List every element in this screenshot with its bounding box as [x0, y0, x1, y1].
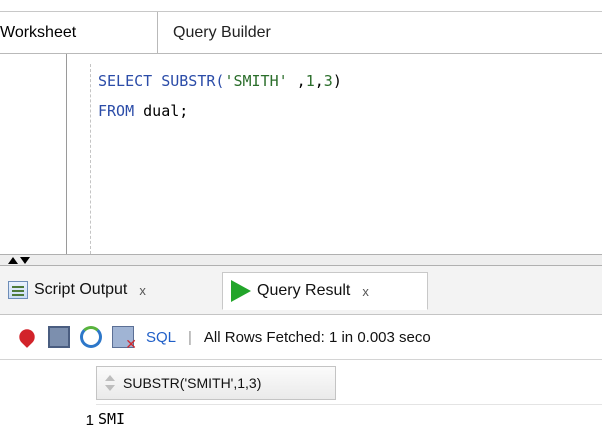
number-length: 3: [323, 72, 333, 90]
window-top-border: [0, 0, 602, 12]
pin-icon[interactable]: [16, 326, 38, 348]
collapse-down-icon[interactable]: [20, 257, 30, 264]
column-header[interactable]: SUBSTR('SMITH',1,3): [96, 366, 336, 400]
column-header-label: SUBSTR('SMITH',1,3): [123, 375, 262, 391]
row-number-column: [0, 360, 95, 447]
tab-query-builder[interactable]: Query Builder: [159, 12, 353, 53]
sql-link[interactable]: SQL: [146, 329, 176, 346]
close-query-result-icon[interactable]: x: [362, 284, 369, 299]
comma-sep: ,: [287, 72, 306, 90]
keyword-select: SELECT: [98, 72, 153, 90]
number-start: 1: [305, 72, 315, 90]
expand-up-icon[interactable]: [8, 257, 18, 264]
row-number[interactable]: 1: [0, 412, 94, 429]
close-paren: ): [332, 72, 342, 90]
tab-query-result[interactable]: Query Result x: [222, 272, 428, 310]
close-script-output-icon[interactable]: x: [139, 283, 146, 298]
result-toolbar: SQL | All Rows Fetched: 1 in 0.003 seco: [0, 315, 602, 360]
play-icon: [231, 280, 251, 302]
sql-editor[interactable]: SELECT SUBSTR('SMITH' ,1,3) FROM dual;: [0, 54, 602, 254]
line-number-gutter: [0, 54, 67, 254]
toolbar-separator: |: [188, 328, 192, 346]
panel-splitter[interactable]: [0, 254, 602, 266]
tab-script-output[interactable]: Script Output x: [8, 272, 216, 308]
keyword-from: FROM: [98, 102, 135, 120]
table-dual: dual;: [134, 102, 189, 120]
editor-tab-bar: Worksheet Query Builder: [0, 12, 602, 54]
fetch-status: All Rows Fetched: 1 in 0.003 seco: [203, 328, 431, 346]
output-tab-bar: Script Output x Query Result x: [0, 266, 602, 315]
table-cell[interactable]: SMI: [98, 410, 125, 428]
fold-guide: [90, 64, 91, 254]
sort-icon[interactable]: [103, 375, 117, 391]
refresh-icon[interactable]: [80, 326, 102, 348]
grid-divider: [96, 404, 602, 405]
print-icon[interactable]: [48, 326, 70, 348]
script-output-icon: [8, 281, 28, 299]
code-line-2[interactable]: FROM dual;: [98, 100, 188, 122]
string-literal: 'SMITH': [224, 72, 288, 90]
export-icon[interactable]: [112, 326, 137, 353]
tab-query-result-label: Query Result: [257, 282, 351, 299]
result-grid: SUBSTR('SMITH',1,3) 1 SMI: [0, 360, 602, 447]
function-substr: SUBSTR(: [152, 72, 225, 90]
tab-worksheet[interactable]: Worksheet: [0, 12, 158, 53]
tab-script-output-label: Script Output: [34, 281, 128, 298]
comma-sep-2: ,: [314, 72, 324, 90]
code-line-1[interactable]: SELECT SUBSTR('SMITH' ,1,3): [98, 70, 342, 92]
